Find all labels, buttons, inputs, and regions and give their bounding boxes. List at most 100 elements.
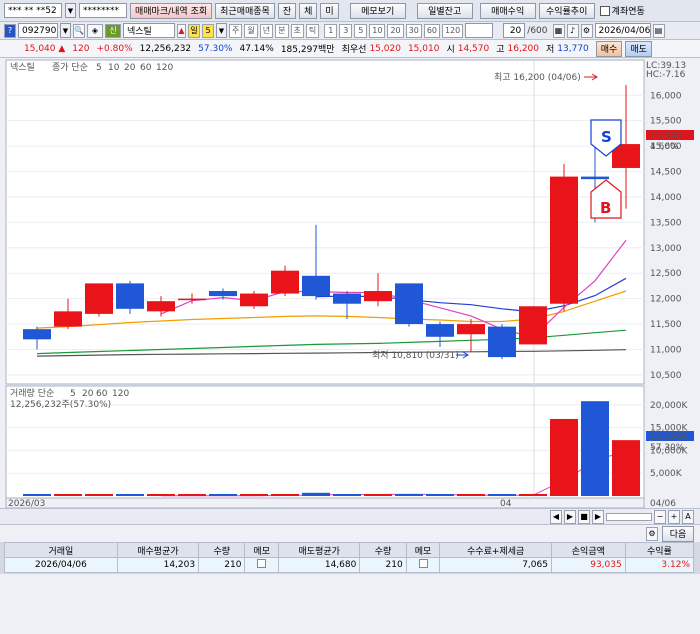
account-dropdown-icon[interactable]: ▼ xyxy=(65,3,76,18)
price-tick-label: 14,500 xyxy=(650,168,682,178)
col-buy-memo[interactable]: 메모 xyxy=(244,542,280,558)
quote-strip: 15,040 ▲ 120 +0.80% 12,256,232 57.30% 47… xyxy=(0,40,700,58)
price-tick-label: 14,000 xyxy=(650,193,682,203)
price-tick-label: 12,500 xyxy=(650,269,682,279)
buy-button[interactable]: 매수 xyxy=(595,40,623,57)
minute-120[interactable]: 120 xyxy=(442,23,464,38)
chart-area[interactable]: 16,000 15,500 15,000 14,500 14,000 13,500 13,0… xyxy=(0,58,700,509)
col-trade-date[interactable]: 거래일 xyxy=(4,542,118,558)
col-return[interactable]: 수익률 xyxy=(624,542,695,558)
period-week[interactable]: 주 xyxy=(229,23,243,38)
period-month[interactable]: 월 xyxy=(244,23,258,38)
table-settings-icon[interactable]: ⚙ xyxy=(646,526,658,541)
period-dropdown-icon[interactable]: ▼ xyxy=(216,23,227,38)
period-minute[interactable]: 분 xyxy=(275,23,289,38)
minute-3[interactable]: 3 xyxy=(339,23,353,38)
account-link-toggle[interactable]: 계좌연동 xyxy=(599,4,645,17)
stock-code-dropdown-icon[interactable]: ▼ xyxy=(60,23,71,38)
calendar-icon[interactable]: ▤ xyxy=(652,23,665,38)
tab-unfilled[interactable]: 미 xyxy=(320,2,339,19)
date-value: 2026/04/06 xyxy=(598,25,651,36)
minute-30[interactable]: 30 xyxy=(405,23,422,38)
minute-1[interactable]: 1 xyxy=(324,23,338,38)
price-change: 120 xyxy=(72,43,90,54)
col-buy-qty[interactable]: 수량 xyxy=(198,542,246,558)
price-tick-label: 13,500 xyxy=(650,218,682,228)
list-icon[interactable]: ▦ xyxy=(552,23,565,38)
zoom-slider[interactable] xyxy=(606,512,652,521)
price-tick-label: 10,500 xyxy=(650,371,682,381)
date-input[interactable]: 2026/04/06 xyxy=(594,23,651,38)
minute-5[interactable]: 5 xyxy=(354,23,368,38)
volume-ratio: 57.30% xyxy=(198,43,233,54)
col-sell-qty[interactable]: 수량 xyxy=(359,542,407,558)
history-icon[interactable]: ◈ xyxy=(87,23,103,38)
date-axis xyxy=(5,497,645,509)
ma-legend-20: 20 xyxy=(124,63,136,73)
scroll-right-button[interactable]: ▶ xyxy=(564,509,576,524)
tab-trade-mark[interactable]: 매매마크/내역 조회 xyxy=(130,2,213,19)
cell-sell-memo[interactable] xyxy=(405,557,441,573)
vol-legend-20: 20 xyxy=(82,389,94,399)
tab-filled[interactable]: 체 xyxy=(299,2,318,19)
best-ask: 15,020 xyxy=(369,43,401,54)
col-sell-memo[interactable]: 메모 xyxy=(405,542,441,558)
low-annotation: 최저 10,810 (03/31) xyxy=(372,350,459,361)
minute-20[interactable]: 20 xyxy=(387,23,404,38)
col-sell-avg[interactable]: 매도평균가 xyxy=(278,542,361,558)
volume-bar xyxy=(302,492,330,496)
stop-button[interactable]: ■ xyxy=(578,509,590,524)
cell-return: 3.12% xyxy=(624,557,695,573)
cell-fees: 7,065 xyxy=(439,557,552,573)
volume-bar xyxy=(147,494,175,496)
trade-profit-button[interactable]: 매매수익 xyxy=(479,2,536,19)
settings-icon[interactable]: ⚙ xyxy=(580,23,593,38)
table-row[interactable]: 2026/04/06 14,203 210 14,680 210 7,065 9… xyxy=(4,557,695,573)
stock-code-input[interactable]: 092790 xyxy=(18,23,58,38)
cell-buy-memo[interactable] xyxy=(244,557,280,573)
minute-10[interactable]: 10 xyxy=(369,23,386,38)
zoom-in-button[interactable]: + xyxy=(668,509,680,524)
period-tick[interactable]: 틱 xyxy=(305,23,320,38)
sound-icon[interactable]: ♪ xyxy=(566,23,579,38)
col-buy-avg[interactable]: 매수평균가 xyxy=(116,542,200,558)
account-field[interactable]: *** ** **52 xyxy=(4,3,62,18)
minute-60[interactable]: 60 xyxy=(423,23,440,38)
vol-legend-120: 120 xyxy=(112,389,129,399)
search-icon[interactable]: 🔍 xyxy=(73,23,85,38)
candlestick-chart[interactable]: 16,00015,50015,00014,50014,00013,50013,0… xyxy=(0,58,700,509)
date-label-left: 2026/03 xyxy=(8,499,45,508)
tab-balance[interactable]: 잔 xyxy=(277,2,297,19)
period-second[interactable]: 초 xyxy=(290,23,304,38)
daily-balance-button[interactable]: 일별잔고 xyxy=(416,2,473,19)
sell-marker: S xyxy=(601,128,612,146)
play-button[interactable]: ▶ xyxy=(592,509,604,524)
volume-bar xyxy=(178,494,206,496)
period-day-badge[interactable]: 일 xyxy=(188,23,200,38)
auto-scale-button[interactable]: A xyxy=(682,509,694,524)
up-candle xyxy=(457,324,485,335)
period-value[interactable]: 5 xyxy=(202,23,214,38)
memo-icon[interactable] xyxy=(257,559,267,568)
count-input[interactable]: 20 xyxy=(503,23,526,38)
stock-legend: 넥스틸 xyxy=(10,62,35,73)
col-fees[interactable]: 수수료+제세금 xyxy=(439,542,552,558)
profit-trend-button[interactable]: 수익률추이 xyxy=(538,2,595,19)
zoom-out-button[interactable]: − xyxy=(654,509,666,524)
next-button[interactable]: 다음 xyxy=(662,525,694,542)
account-link-checkbox[interactable] xyxy=(599,5,610,16)
memo-view-button[interactable]: 메모보기 xyxy=(349,2,406,19)
trade-history-table: 거래일 매수평균가 수량 메모 매도평균가 수량 메모 수수료+제세금 손익금액… xyxy=(4,542,695,573)
password-field[interactable]: ******** xyxy=(79,3,127,18)
memo-icon[interactable] xyxy=(418,559,428,568)
sell-button[interactable]: 매도 xyxy=(625,40,652,57)
table-empty-area xyxy=(0,574,700,634)
scroll-left-button[interactable]: ◀ xyxy=(550,509,562,524)
tab-recent-trades[interactable]: 최근매매종목 xyxy=(215,2,275,19)
ma-legend-120: 120 xyxy=(156,63,173,73)
cell-buy-avg: 14,203 xyxy=(116,557,200,573)
period-year[interactable]: 년 xyxy=(259,23,274,38)
col-pnl[interactable]: 손익금액 xyxy=(550,542,626,558)
chart-menu-icon[interactable]: ? xyxy=(4,23,16,38)
custom-interval-input[interactable] xyxy=(465,23,494,38)
